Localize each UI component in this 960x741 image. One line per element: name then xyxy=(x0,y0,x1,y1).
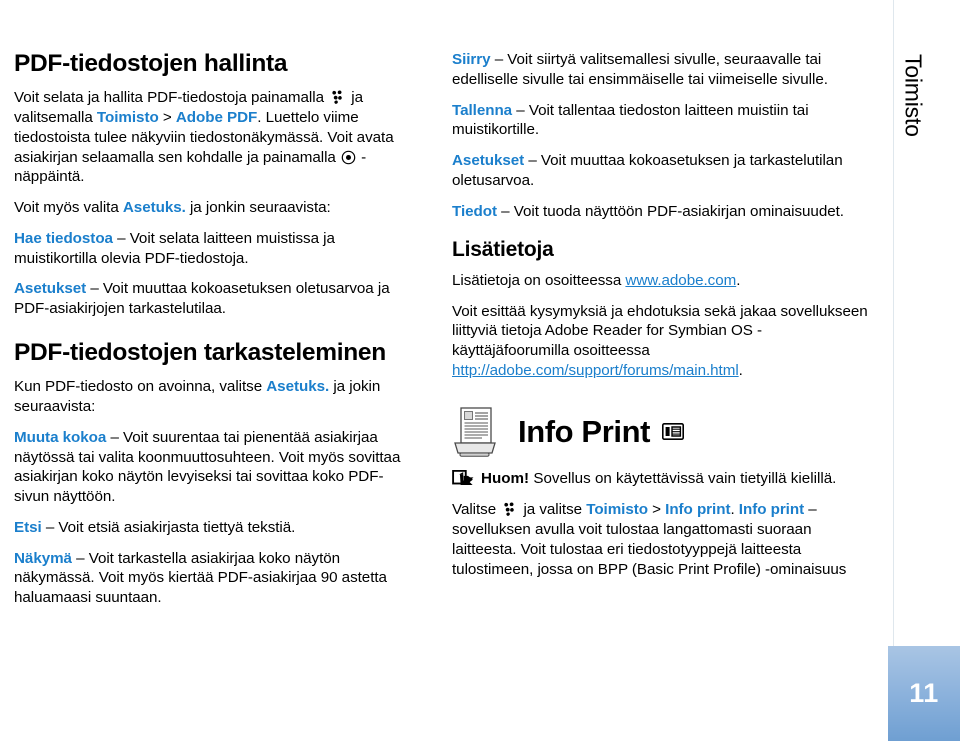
link-toimisto[interactable]: Toimisto xyxy=(97,109,159,126)
intro-text-3: > xyxy=(158,109,176,127)
option-dash: – xyxy=(41,518,59,536)
option-item: Etsi – Voit etsiä asiakirjasta tiettyä t… xyxy=(14,518,414,538)
option-description: Voit tuoda näyttöön PDF-asiakirjan omina… xyxy=(513,202,844,220)
page-number-value: 11 xyxy=(909,678,939,708)
printer-icon xyxy=(454,406,496,457)
note-text: Sovellus on käytettävissä vain tietyillä… xyxy=(529,469,837,487)
link-adobe-website[interactable]: www.adobe.com xyxy=(625,272,736,289)
view-lead-text-1: Kun PDF-tiedosto on avoinna, valitse xyxy=(14,378,267,396)
chapter-label: Toimisto xyxy=(900,54,927,137)
left-column: PDF-tiedostojen hallinta Voit selata ja … xyxy=(14,50,414,619)
document-page: PDF-tiedostojen hallinta Voit selata ja … xyxy=(0,0,960,741)
options-lead: Voit myös valita Asetuks. ja jonkin seur… xyxy=(14,198,414,218)
link-info-print[interactable]: Info print xyxy=(739,501,804,518)
link-asetukset[interactable]: Asetuks. xyxy=(123,199,186,216)
select-text-3: > xyxy=(647,501,666,519)
option-item: Asetukset – Voit muuttaa kokoasetuksen j… xyxy=(452,151,870,191)
link-toimisto[interactable]: Toimisto xyxy=(586,501,648,518)
option-dash: – xyxy=(86,280,103,298)
page-title: PDF-tiedostojen hallinta xyxy=(14,50,288,77)
option-item: Siirry – Voit siirtyä valitsemallesi siv… xyxy=(452,50,870,90)
option-dash: – xyxy=(106,428,124,446)
option-item: Näkymä – Voit tarkastella asiakirjaa kok… xyxy=(14,549,414,608)
menu-key-icon xyxy=(504,502,515,517)
forum-text-2: . xyxy=(738,361,743,379)
intro-paragraph: Voit selata ja hallita PDF-tiedostoja pa… xyxy=(14,88,414,187)
option-item: Tallenna – Voit tallentaa tiedoston lait… xyxy=(452,101,870,141)
more-info-text-1: Lisätietoja on osoitteessa xyxy=(452,271,626,289)
select-text-1: Valitse xyxy=(452,501,501,519)
option-term[interactable]: Näkymä xyxy=(14,550,72,567)
chapter-tab: Toimisto xyxy=(893,54,933,254)
more-info-line: Lisätietoja on osoitteessa www.adobe.com… xyxy=(452,271,870,291)
option-item: Hae tiedostoa – Voit selata laitteen mui… xyxy=(14,229,414,269)
right-column: Siirry – Voit siirtyä valitsemallesi siv… xyxy=(452,50,870,590)
option-dash: – xyxy=(496,202,514,220)
select-paragraph: Valitse ja valitse Toimisto > Info print… xyxy=(452,500,870,579)
option-term[interactable]: Muuta kokoa xyxy=(14,429,106,446)
note-block: Huom! Sovellus on käytettävissä vain tie… xyxy=(452,469,870,489)
option-term[interactable]: Etsi xyxy=(14,519,42,536)
info-print-header: Info Print xyxy=(452,406,870,457)
link-info-print[interactable]: Info print xyxy=(665,501,730,518)
option-item: Muuta kokoa – Voit suurentaa tai pienent… xyxy=(14,428,414,507)
note-label: Huom! xyxy=(481,469,530,487)
link-asetukset[interactable]: Asetuks. xyxy=(266,378,329,395)
option-description: Voit etsiä asiakirjasta tiettyä tekstiä. xyxy=(58,518,296,536)
page-number-badge: 11 xyxy=(888,646,960,741)
option-term[interactable]: Siirry xyxy=(452,51,491,68)
intro-text-1: Voit selata ja hallita PDF-tiedostoja pa… xyxy=(14,89,329,107)
options-lead-text-1: Voit myös valita xyxy=(14,199,123,217)
view-lead: Kun PDF-tiedosto on avoinna, valitse Ase… xyxy=(14,377,414,417)
select-text-2: ja valitse xyxy=(519,501,587,519)
forum-text-1: Voit esittää kysymyksiä ja ehdotuksia se… xyxy=(452,302,868,360)
info-print-title: Info Print xyxy=(518,414,651,450)
option-dash: – xyxy=(524,152,541,169)
section-title-viewing: PDF-tiedostojen tarkasteleminen xyxy=(14,338,386,366)
link-adobe-pdf[interactable]: Adobe PDF xyxy=(176,109,257,126)
more-info-text-2: . xyxy=(736,271,741,289)
option-term[interactable]: Tiedot xyxy=(452,203,497,220)
option-term[interactable]: Hae tiedostoa xyxy=(14,230,113,247)
options-lead-text-2: ja jonkin seuraavista: xyxy=(185,199,331,217)
option-dash: – xyxy=(71,549,89,567)
info-print-title-group: Info Print xyxy=(518,414,685,450)
select-text-4: . xyxy=(730,501,739,519)
note-arrow-icon xyxy=(452,469,474,486)
scroll-key-icon xyxy=(341,150,356,164)
memory-card-icon xyxy=(662,423,685,441)
option-description: Voit siirtyä valitsemallesi sivulle, seu… xyxy=(452,51,828,88)
section-title-more-info: Lisätietoja xyxy=(452,238,554,262)
option-item: Tiedot – Voit tuoda näyttöön PDF-asiakir… xyxy=(452,202,870,222)
option-term[interactable]: Asetukset xyxy=(452,152,524,169)
option-dash: – xyxy=(490,51,508,68)
menu-key-icon xyxy=(332,90,342,105)
option-item: Asetukset – Voit muuttaa kokoasetuksen o… xyxy=(14,279,414,319)
option-term[interactable]: Asetukset xyxy=(14,280,86,297)
option-term[interactable]: Tallenna xyxy=(452,102,512,119)
forum-paragraph: Voit esittää kysymyksiä ja ehdotuksia se… xyxy=(452,302,870,381)
option-dash: – xyxy=(512,101,529,119)
link-adobe-forum[interactable]: http://adobe.com/support/forums/main.htm… xyxy=(452,362,739,379)
option-dash: – xyxy=(112,229,130,247)
